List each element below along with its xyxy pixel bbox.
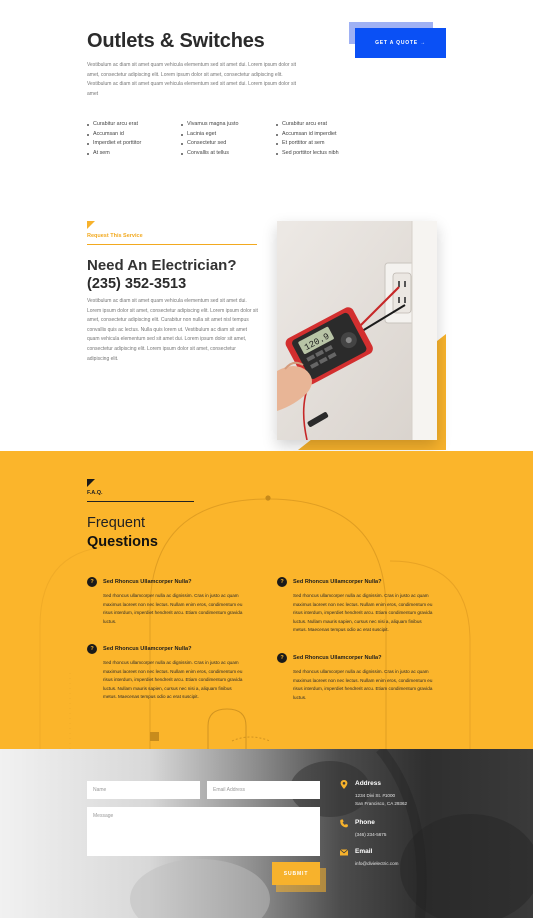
phone-title: Phone — [355, 819, 375, 826]
email-field[interactable] — [207, 781, 320, 799]
feature-list-2: Vivamus magna justo Lacinia eget Consect… — [181, 120, 276, 158]
faq-item[interactable]: ? Sed Rhoncus Ullamcorper Nulla? Sed rho… — [87, 644, 245, 702]
list-item: Curabitur arcu erat — [87, 120, 182, 130]
feature-list-1: Curabitur arcu erat Accumsan id Imperdie… — [87, 120, 182, 158]
divider — [87, 244, 257, 245]
email-value[interactable]: info@divielectric.com — [355, 861, 398, 866]
faq-answer: Sed rhoncus ullamcorper nulla ac digniss… — [293, 669, 433, 700]
question-icon: ? — [87, 644, 97, 654]
divider — [87, 501, 194, 502]
faq-item[interactable]: ? Sed Rhoncus Ullamcorper Nulla? Sed rho… — [277, 577, 435, 635]
faq-item[interactable]: ? Sed Rhoncus Ullamcorper Nulla? Sed rho… — [87, 577, 245, 626]
question-icon: ? — [277, 577, 287, 587]
submit-button-group: SUBMIT — [272, 862, 326, 892]
service-phone-number[interactable]: (235) 352-3513 — [87, 276, 186, 292]
faq-answer: Sed rhoncus ullamcorper nulla ac digniss… — [103, 660, 243, 699]
multimeter-illustration: 120.9 — [277, 221, 437, 440]
faq-item[interactable]: ? Sed Rhoncus Ullamcorper Nulla? Sed rho… — [277, 653, 435, 702]
feature-list-3: Curabitur arcu erat Accumsan id imperdie… — [276, 120, 371, 158]
list-item: Vivamus magna justo — [181, 120, 276, 130]
faq-title-line1: Frequent — [87, 515, 146, 531]
faq-question: Sed Rhoncus Ullamcorper Nulla? — [293, 655, 382, 661]
list-item: Accumsan id — [87, 130, 182, 140]
address-title: Address — [355, 780, 382, 787]
faq-question: Sed Rhoncus Ullamcorper Nulla? — [103, 579, 192, 585]
electrician-multimeter-photo: 120.9 — [277, 221, 437, 440]
page-title: Outlets & Switches — [87, 30, 265, 52]
faq-question: Sed Rhoncus Ullamcorper Nulla? — [293, 579, 382, 585]
service-heading: Need An Electrician? — [87, 257, 237, 274]
contact-section: SUBMIT Address 1234 Divi St. #1000 San F… — [0, 749, 533, 918]
service-description: Vestibulum ac diam sit amet quam vehicul… — [87, 298, 258, 362]
request-service-label: Request This Service — [87, 233, 143, 239]
question-icon: ? — [277, 653, 287, 663]
list-item: Imperdiet et porttitor — [87, 139, 182, 149]
address-line: San Francisco, CA 29362 — [355, 801, 408, 806]
address-line: 1234 Divi St. #1000 — [355, 793, 396, 798]
get-a-quote-button[interactable]: GET A QUOTE → — [355, 28, 446, 58]
list-item: Sed porttitor lectus nibh — [276, 149, 371, 159]
quote-button-group: GET A QUOTE → — [349, 22, 447, 58]
faq-answer: Sed rhoncus ullamcorper nulla ac digniss… — [103, 593, 243, 624]
faq-background-pattern — [39, 495, 471, 749]
list-item: Convallis at tellus — [181, 149, 276, 159]
location-pin-icon — [340, 780, 348, 789]
corner-mark-icon — [87, 221, 95, 229]
faq-label: F.A.Q. — [87, 490, 103, 496]
envelope-icon — [340, 849, 348, 856]
faq-answer: Sed rhoncus ullamcorper nulla ac digniss… — [293, 593, 433, 632]
list-item: Consectetur sed — [181, 139, 276, 149]
name-field[interactable] — [87, 781, 200, 799]
question-icon: ? — [87, 577, 97, 587]
list-item: At sem — [87, 149, 182, 159]
list-item: Lacinia eget — [181, 130, 276, 140]
list-item: Accumsan id imperdiet — [276, 130, 371, 140]
service-overview-section: Outlets & Switches Vestibulum ac diam si… — [0, 0, 533, 200]
faq-title-line2: Questions — [87, 534, 158, 550]
corner-mark-icon — [87, 479, 95, 487]
phone-value[interactable]: (346) 234-5675 — [355, 832, 386, 837]
faq-section: F.A.Q. Frequent Questions ? Sed Rhoncus … — [0, 451, 533, 749]
intro-paragraph: Vestibulum ac diam sit amet quam vehicul… — [87, 62, 296, 97]
phone-icon — [340, 819, 348, 828]
email-title: Email — [355, 848, 373, 855]
submit-button[interactable]: SUBMIT — [272, 862, 320, 885]
faq-question: Sed Rhoncus Ullamcorper Nulla? — [103, 646, 192, 652]
list-item: Et porttitor at sem — [276, 139, 371, 149]
message-field[interactable] — [87, 807, 320, 856]
list-item: Curabitur arcu erat — [276, 120, 371, 130]
